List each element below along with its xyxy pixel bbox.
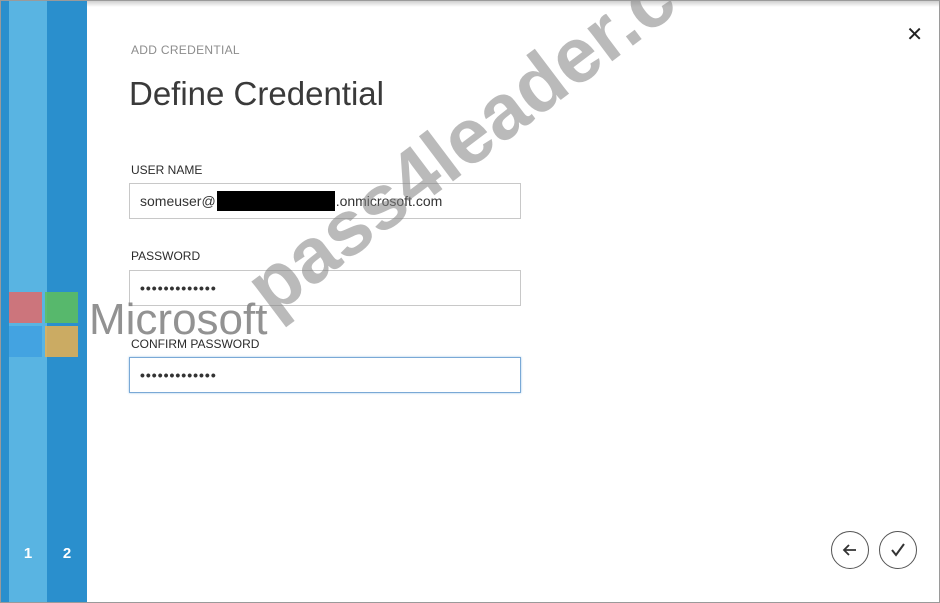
confirm-password-value: ••••••••••••• (140, 367, 217, 383)
finish-button[interactable] (879, 531, 917, 569)
step-1-number: 1 (23, 545, 33, 562)
checkmark-icon (891, 543, 905, 557)
add-credential-dialog: 1 2 ✕ ADD CREDENTIAL Define Credential U… (0, 0, 940, 603)
rail-edge (1, 1, 9, 602)
password-value: ••••••••••••• (140, 280, 217, 296)
back-arrow-icon (842, 544, 856, 556)
dialog-subtitle: ADD CREDENTIAL (131, 43, 240, 57)
username-prefix: someuser@ (140, 193, 216, 209)
username-field[interactable]: someuser@ .onmicrosoft.com (129, 183, 521, 219)
microsoft-logo-icon (9, 292, 79, 358)
top-strip (1, 1, 939, 7)
confirm-password-field[interactable]: ••••••••••••• (129, 357, 521, 393)
password-label: PASSWORD (131, 249, 201, 263)
redacted-block (216, 191, 335, 211)
microsoft-watermark-text: Microsoft (89, 295, 268, 344)
username-suffix: .onmicrosoft.com (335, 193, 443, 209)
step-2-number: 2 (62, 545, 72, 562)
back-button[interactable] (831, 531, 869, 569)
dialog-title: Define Credential (129, 75, 384, 112)
close-icon[interactable]: ✕ (906, 25, 923, 45)
username-label: USER NAME (131, 163, 203, 177)
